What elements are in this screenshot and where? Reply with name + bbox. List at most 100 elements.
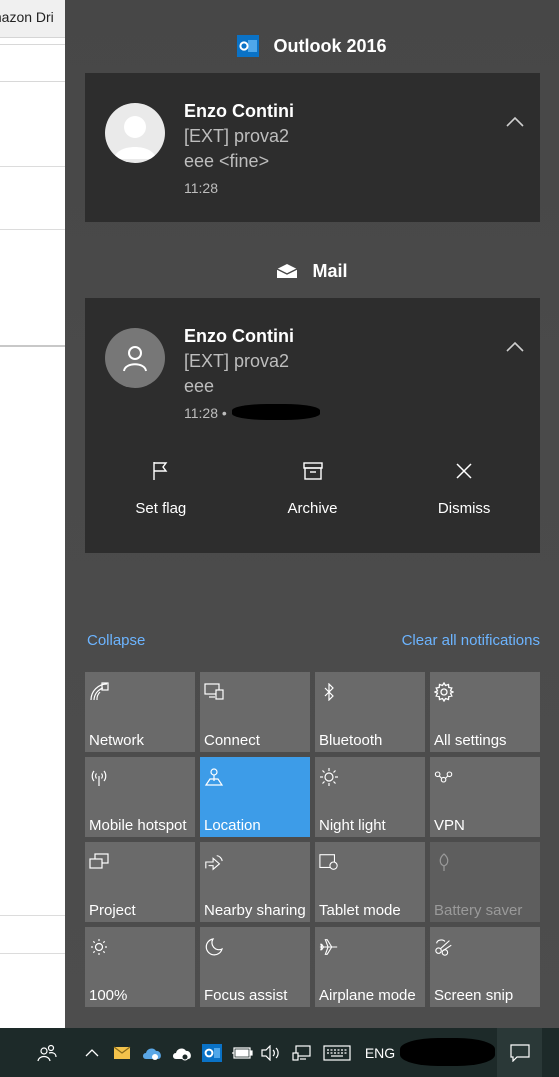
close-icon — [455, 458, 473, 484]
quick-action-all-settings[interactable]: All settings — [430, 672, 540, 752]
quick-action-mobile-hotspot[interactable]: Mobile hotspot — [85, 757, 195, 837]
quick-action-airplane-mode[interactable]: Airplane mode — [315, 927, 425, 1007]
battery-icon[interactable] — [231, 1028, 253, 1077]
bluetooth-icon — [319, 682, 339, 702]
notification-subject: [EXT] prova2 — [184, 126, 290, 146]
quick-action-vpn[interactable]: VPN — [430, 757, 540, 837]
quick-action-location[interactable]: Location — [200, 757, 310, 837]
notification-actions: Set flag Archive Dismiss — [85, 458, 540, 528]
quick-action-tablet-mode[interactable]: Tablet mode — [315, 842, 425, 922]
divider — [0, 166, 66, 167]
tile-label: Connect — [204, 732, 260, 749]
chevron-up-icon[interactable] — [506, 341, 524, 353]
connect-icon — [204, 682, 224, 702]
project-icon — [89, 852, 109, 872]
tile-label: Focus assist — [204, 987, 288, 1004]
hotspot-icon — [89, 767, 109, 787]
browser-tab-title[interactable]: mazon Dri — [0, 9, 54, 25]
archive-label: Archive — [287, 500, 338, 517]
browser-address-bar[interactable] — [0, 44, 66, 82]
action-center-links: Collapse Clear all notifications — [87, 632, 540, 652]
quick-action-night-light[interactable]: Night light — [315, 757, 425, 837]
tile-label: Mobile hotspot — [89, 817, 187, 834]
battery-saver-icon — [434, 852, 454, 872]
people-icon[interactable] — [35, 1028, 59, 1077]
quick-action-nearby-sharing[interactable]: Nearby sharing — [200, 842, 310, 922]
keyboard-icon[interactable] — [322, 1028, 352, 1077]
group-header-mail: Mail — [65, 256, 559, 286]
gear-icon — [434, 682, 454, 702]
chevron-up-icon[interactable] — [506, 116, 524, 128]
avatar — [105, 328, 165, 388]
notification-time: 11:28 — [184, 180, 218, 196]
volume-icon[interactable] — [260, 1028, 282, 1077]
group-app-name: Mail — [312, 260, 348, 281]
tile-label: 100% — [89, 987, 128, 1004]
redaction — [400, 1038, 495, 1066]
notification-sender: Enzo Contini — [184, 101, 294, 121]
quick-action-connect[interactable]: Connect — [200, 672, 310, 752]
notification-body: eee <fine> — [184, 151, 270, 171]
clear-all-notifications-link[interactable]: Clear all notifications — [402, 632, 540, 649]
notification-center-icon[interactable] — [497, 1028, 542, 1077]
browser-tab-bar[interactable]: mazon Dri — [0, 0, 66, 38]
divider — [0, 915, 66, 916]
background-window: mazon Dri — [0, 0, 66, 1028]
show-hidden-icons-icon[interactable] — [82, 1028, 102, 1077]
dismiss-button[interactable]: Dismiss — [388, 458, 540, 528]
quick-action-brightness[interactable]: 100% — [85, 927, 195, 1007]
archive-button[interactable]: Archive — [237, 458, 389, 528]
collapse-link[interactable]: Collapse — [87, 632, 145, 649]
screen-snip-icon — [434, 937, 454, 957]
onedrive-business-icon[interactable] — [170, 1028, 194, 1077]
tile-label: Network — [89, 732, 145, 749]
action-center: Outlook 2016 Enzo Contini [EXT] prova2 e… — [65, 0, 559, 1028]
airplane-icon — [319, 937, 339, 957]
taskbar: ENG — [0, 1028, 559, 1077]
dismiss-label: Dismiss — [437, 500, 491, 517]
quick-action-focus-assist[interactable]: Focus assist — [200, 927, 310, 1007]
divider — [0, 345, 66, 347]
moon-icon — [204, 937, 224, 957]
onedrive-icon[interactable] — [140, 1028, 164, 1077]
tile-label: Tablet mode — [319, 902, 401, 919]
tile-label: Project — [89, 902, 136, 919]
set-flag-label: Set flag — [135, 500, 187, 517]
tile-label: Bluetooth — [319, 732, 383, 749]
tile-label: All settings — [434, 732, 507, 749]
quick-action-network[interactable]: Network — [85, 672, 195, 752]
set-flag-button[interactable]: Set flag — [85, 458, 237, 528]
quick-action-bluetooth[interactable]: Bluetooth — [315, 672, 425, 752]
notification-card[interactable]: Enzo Contini [EXT] prova2 eee 11:28 • Se… — [85, 298, 540, 553]
network-icon — [89, 682, 109, 702]
outlook-tray-icon[interactable] — [201, 1028, 223, 1077]
divider — [0, 229, 66, 230]
notification-subject: [EXT] prova2 — [184, 351, 290, 371]
divider — [0, 953, 66, 954]
tile-label: Nearby sharing — [204, 902, 306, 919]
night-light-icon — [319, 767, 339, 787]
network-tray-icon[interactable] — [291, 1028, 313, 1077]
tile-label: Night light — [319, 817, 386, 834]
tile-label: Location — [204, 817, 261, 834]
quick-action-battery-saver: Battery saver — [430, 842, 540, 922]
tile-label: VPN — [434, 817, 465, 834]
quick-action-screen-snip[interactable]: Screen snip — [430, 927, 540, 1007]
archive-icon — [302, 458, 323, 484]
location-icon — [204, 767, 224, 787]
tile-label: Airplane mode — [319, 987, 416, 1004]
quick-action-project[interactable]: Project — [85, 842, 195, 922]
notification-card[interactable]: Enzo Contini [EXT] prova2 eee <fine> 11:… — [85, 73, 540, 222]
avatar — [105, 103, 165, 163]
group-header-outlook: Outlook 2016 — [65, 31, 559, 61]
notification-sender: Enzo Contini — [184, 326, 294, 346]
group-app-name: Outlook 2016 — [273, 35, 387, 56]
language-indicator[interactable]: ENG — [362, 1028, 398, 1077]
brightness-icon — [89, 937, 109, 957]
redaction — [232, 404, 320, 420]
mail-tray-icon[interactable] — [112, 1028, 132, 1077]
quick-actions-grid: Network Connect Bluetooth All settings M… — [85, 672, 541, 1007]
vpn-icon — [434, 767, 454, 787]
tile-label: Screen snip — [434, 987, 514, 1004]
nearby-sharing-icon — [204, 852, 224, 872]
